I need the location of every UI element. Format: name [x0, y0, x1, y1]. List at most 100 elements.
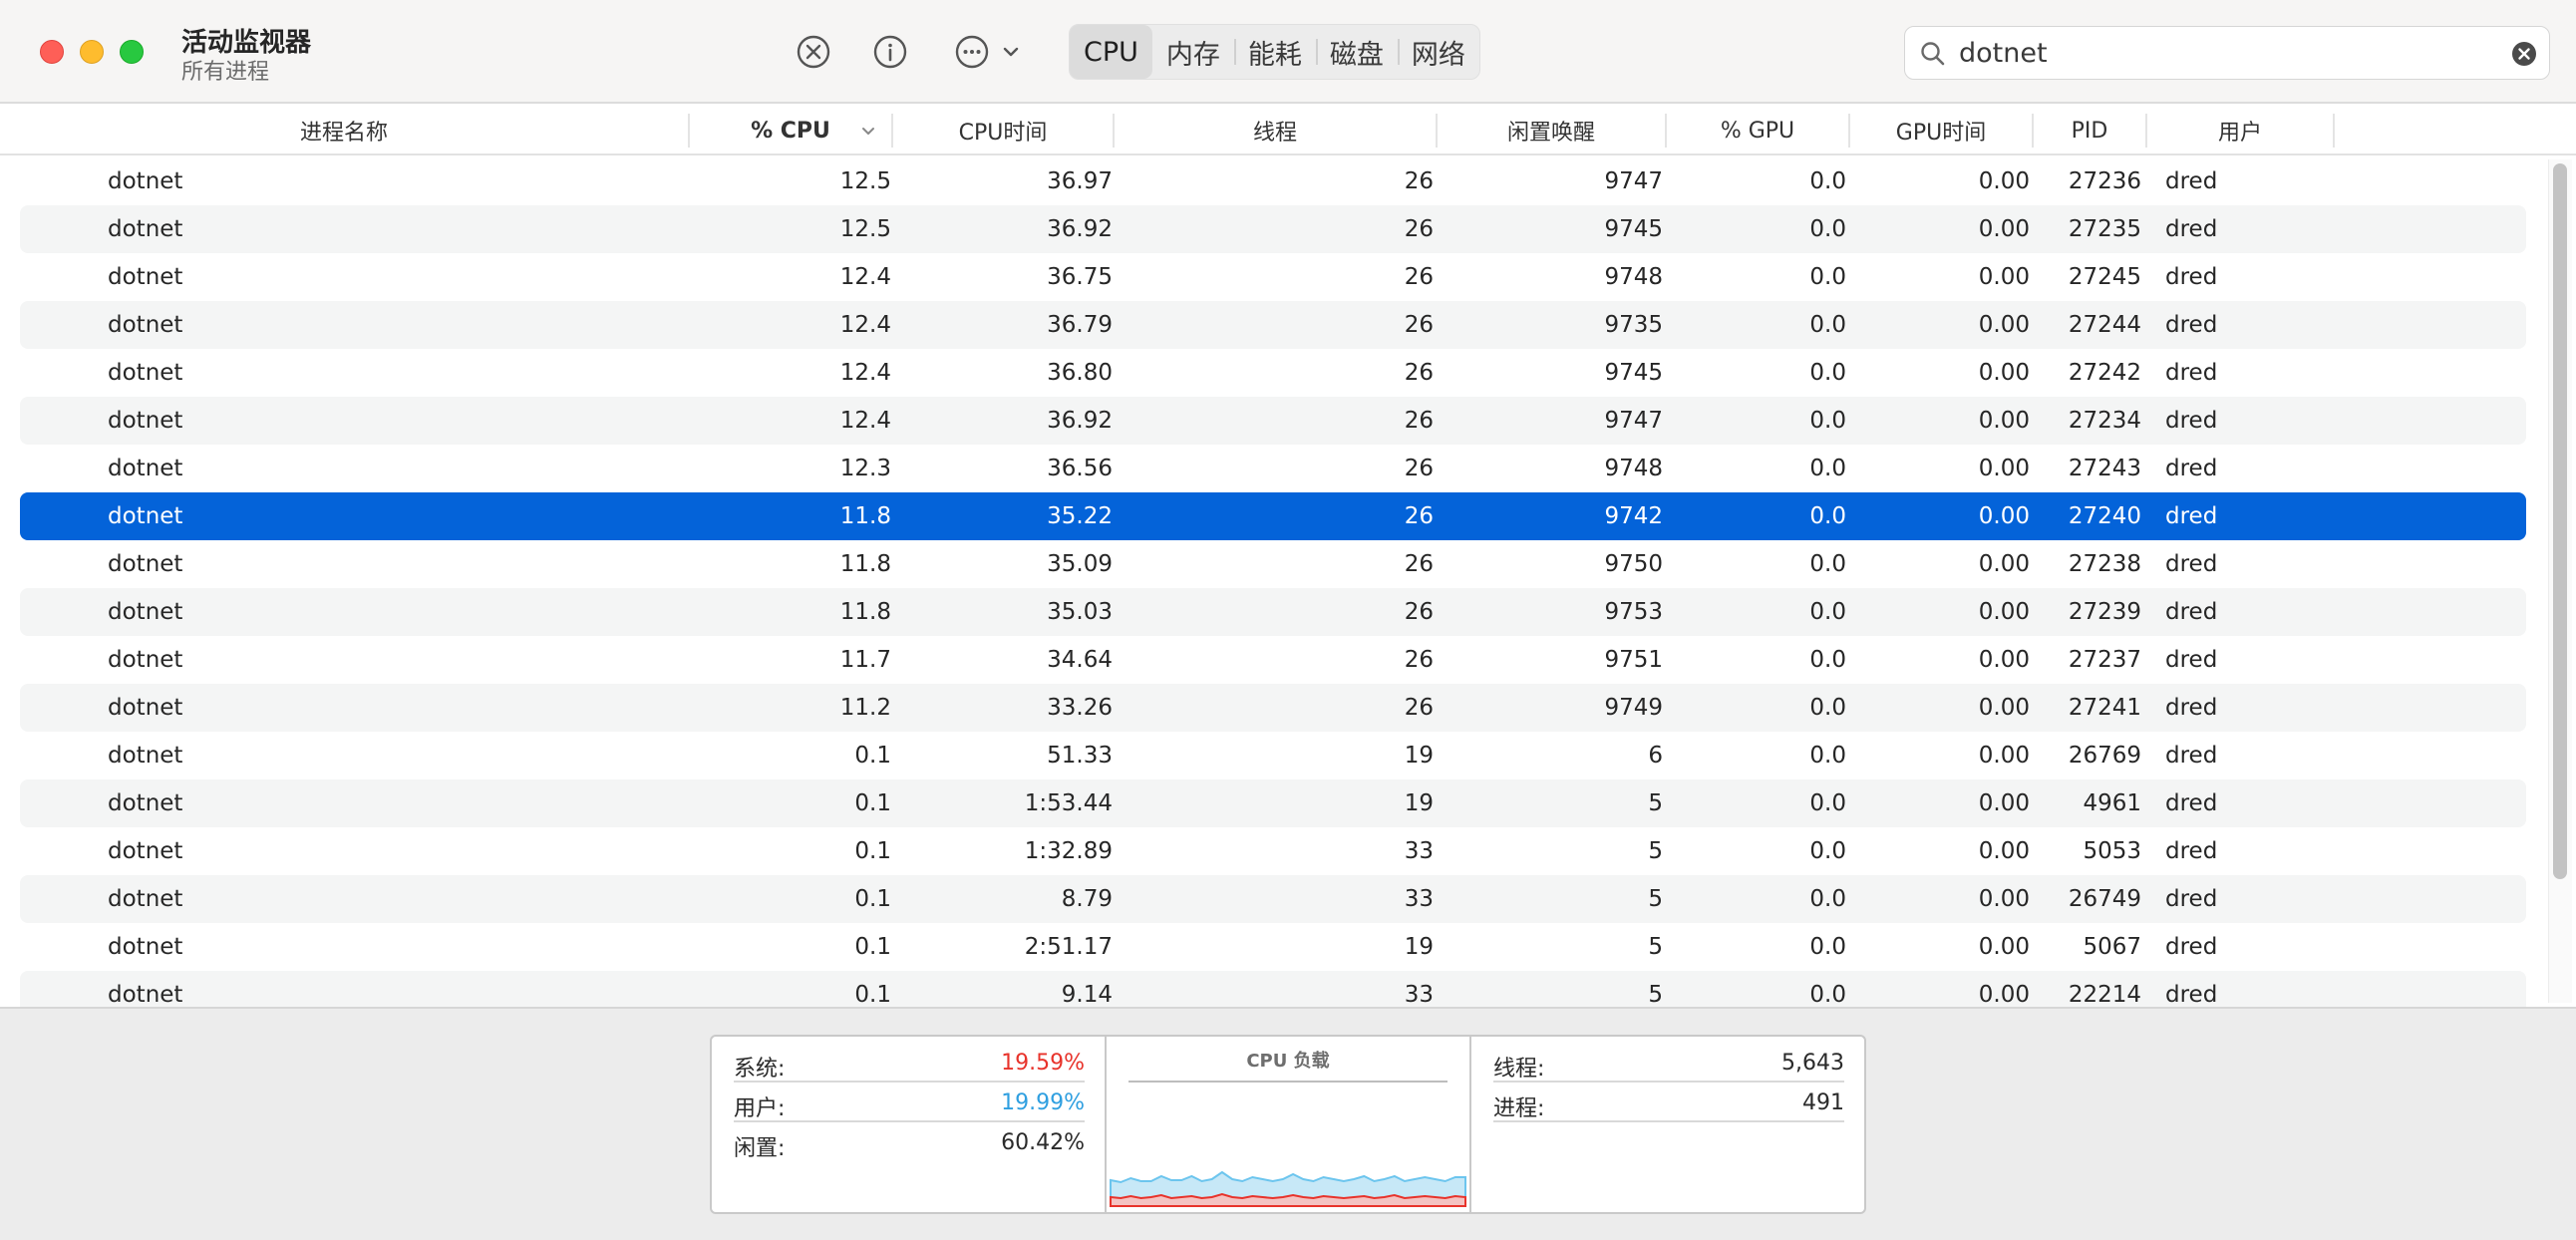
table-row[interactable]: dotnet 12.4 36.75 26 9748 0.0 0.00 27245 dred	[20, 253, 2526, 301]
table-row[interactable]: dotnet 12.5 36.97 26 9747 0.0 0.00 27236 dred	[20, 157, 2526, 205]
cell-user: dred	[2165, 695, 2218, 721]
zoom-window-button[interactable]	[120, 40, 144, 64]
close-window-button[interactable]	[40, 40, 64, 64]
cell-gpu-time: 0.00	[1978, 456, 2030, 481]
cell-idle-wakeups: 9747	[1604, 408, 1663, 434]
table-row[interactable]: dotnet 12.4 36.79 26 9735 0.0 0.00 27244 dred	[20, 301, 2526, 349]
stat-label: 用户:	[734, 1096, 786, 1121]
cell-user: dred	[2165, 743, 2218, 769]
cell-gpu-percent: 0.0	[1809, 264, 1846, 290]
cell-gpu-percent: 0.0	[1809, 216, 1846, 242]
table-row[interactable]: dotnet 12.4 36.92 26 9747 0.0 0.00 27234 dred	[20, 397, 2526, 445]
table-row[interactable]: dotnet 0.1 51.33 19 6 0.0 0.00 26769 dred	[20, 732, 2526, 779]
column-label: % CPU	[751, 118, 830, 144]
cell-process-name: dotnet	[108, 168, 183, 194]
column-cpu-percent[interactable]: % CPU	[690, 106, 891, 155]
cell-cpu-percent: 0.1	[854, 838, 891, 864]
stat-threads: 线程: 5,643	[1493, 1045, 1844, 1083]
table-row[interactable]: dotnet 0.1 2:51.17 19 5 0.0 0.00 5067 dred	[20, 923, 2526, 971]
column-label: 线程	[1252, 121, 1297, 146]
table-row[interactable]: dotnet 12.4 36.80 26 9745 0.0 0.00 27242 dred	[20, 349, 2526, 397]
cell-process-name: dotnet	[108, 886, 183, 912]
cell-cpu-percent: 0.1	[854, 886, 891, 912]
table-row[interactable]: dotnet 11.8 35.09 26 9750 0.0 0.00 27238 dred	[20, 540, 2526, 588]
tab-network[interactable]: 网络	[1397, 25, 1479, 79]
cell-threads: 33	[1404, 982, 1434, 1007]
cell-threads: 19	[1404, 934, 1434, 960]
stat-label: 闲置:	[734, 1136, 786, 1161]
cell-idle-wakeups: 5	[1648, 886, 1663, 912]
cell-threads: 26	[1404, 599, 1434, 625]
inspect-process-button[interactable]	[870, 30, 910, 74]
vertical-scrollbar[interactable]	[2548, 159, 2572, 1003]
cell-process-name: dotnet	[108, 790, 183, 816]
cell-user: dred	[2165, 790, 2218, 816]
cell-cpu-percent: 12.3	[839, 456, 891, 481]
cell-user: dred	[2165, 551, 2218, 577]
tab-memory[interactable]: 内存	[1152, 25, 1234, 79]
cell-user: dred	[2165, 647, 2218, 673]
search-field[interactable]: dotnet	[1904, 26, 2550, 80]
table-row[interactable]: dotnet 0.1 9.14 33 5 0.0 0.00 22214 dred	[20, 971, 2526, 1007]
table-row[interactable]: dotnet 11.2 33.26 26 9749 0.0 0.00 27241 dred	[20, 684, 2526, 732]
cell-pid: 27241	[2068, 695, 2141, 721]
cell-pid: 27240	[2068, 503, 2141, 529]
tab-energy[interactable]: 能耗	[1233, 25, 1316, 79]
tab-disk[interactable]: 磁盘	[1315, 25, 1398, 79]
cell-cpu-time: 35.22	[1047, 503, 1113, 529]
more-actions-button[interactable]	[951, 30, 1025, 74]
table-row[interactable]: dotnet 0.1 1:53.44 19 5 0.0 0.00 4961 dred	[20, 779, 2526, 827]
clear-search-icon[interactable]	[2511, 41, 2537, 67]
category-tabs: CPU 内存 能耗 磁盘 网络	[1069, 24, 1480, 80]
table-row[interactable]: dotnet 0.1 8.79 33 5 0.0 0.00 26749 dred	[20, 875, 2526, 923]
scrollbar-thumb[interactable]	[2553, 163, 2567, 879]
cell-pid: 27242	[2068, 360, 2141, 386]
table-row[interactable]: dotnet 0.1 1:32.89 33 5 0.0 0.00 5053 dred	[20, 827, 2526, 875]
tab-cpu[interactable]: CPU	[1070, 25, 1152, 79]
column-gpu-percent[interactable]: % GPU	[1667, 106, 1848, 155]
table-row[interactable]: dotnet 11.8 35.03 26 9753 0.0 0.00 27239 dred	[20, 588, 2526, 636]
column-gpu-time[interactable]: GPU时间	[1850, 106, 2032, 155]
table-row[interactable]: dotnet 11.8 35.22 26 9742 0.0 0.00 27240 dred	[20, 492, 2526, 540]
cell-gpu-time: 0.00	[1978, 264, 2030, 290]
stat-value: 19.99%	[1001, 1090, 1085, 1115]
cell-cpu-time: 1:32.89	[1024, 838, 1113, 864]
cell-cpu-percent: 0.1	[854, 743, 891, 769]
cell-idle-wakeups: 9735	[1604, 312, 1663, 338]
table-row[interactable]: dotnet 12.3 36.56 26 9748 0.0 0.00 27243 dred	[20, 445, 2526, 492]
cell-user: dred	[2165, 886, 2218, 912]
cell-pid: 26749	[2068, 886, 2141, 912]
column-pid[interactable]: PID	[2034, 106, 2145, 155]
minimize-window-button[interactable]	[80, 40, 104, 64]
column-user[interactable]: 用户	[2147, 106, 2333, 155]
search-input[interactable]: dotnet	[1959, 38, 2048, 69]
cell-pid: 27245	[2068, 264, 2141, 290]
cell-threads: 26	[1404, 216, 1434, 242]
column-cpu-time[interactable]: CPU时间	[893, 106, 1113, 155]
column-threads[interactable]: 线程	[1115, 106, 1436, 155]
cell-user: dred	[2165, 503, 2218, 529]
cell-cpu-percent: 0.1	[854, 790, 891, 816]
cell-cpu-percent: 12.5	[839, 168, 891, 194]
cell-cpu-percent: 12.4	[839, 312, 891, 338]
cell-idle-wakeups: 9750	[1604, 551, 1663, 577]
cell-threads: 26	[1404, 695, 1434, 721]
cell-cpu-time: 36.80	[1047, 360, 1113, 386]
cell-idle-wakeups: 9745	[1604, 360, 1663, 386]
cell-gpu-time: 0.00	[1978, 647, 2030, 673]
column-process-name[interactable]: 进程名称	[0, 106, 688, 155]
column-idle-wakeups[interactable]: 闲置唤醒	[1438, 106, 1665, 155]
cell-cpu-time: 8.79	[1061, 886, 1113, 912]
cell-idle-wakeups: 5	[1648, 790, 1663, 816]
table-row[interactable]: dotnet 11.7 34.64 26 9751 0.0 0.00 27237 dred	[20, 636, 2526, 684]
cell-process-name: dotnet	[108, 456, 183, 481]
cell-cpu-time: 36.92	[1047, 408, 1113, 434]
cell-user: dred	[2165, 360, 2218, 386]
cell-gpu-percent: 0.0	[1809, 790, 1846, 816]
cell-gpu-percent: 0.0	[1809, 456, 1846, 481]
cell-gpu-percent: 0.0	[1809, 551, 1846, 577]
stop-process-button[interactable]	[794, 30, 833, 74]
stat-system: 系统: 19.59%	[734, 1045, 1085, 1083]
table-row[interactable]: dotnet 12.5 36.92 26 9745 0.0 0.00 27235 dred	[20, 205, 2526, 253]
cell-user: dred	[2165, 599, 2218, 625]
